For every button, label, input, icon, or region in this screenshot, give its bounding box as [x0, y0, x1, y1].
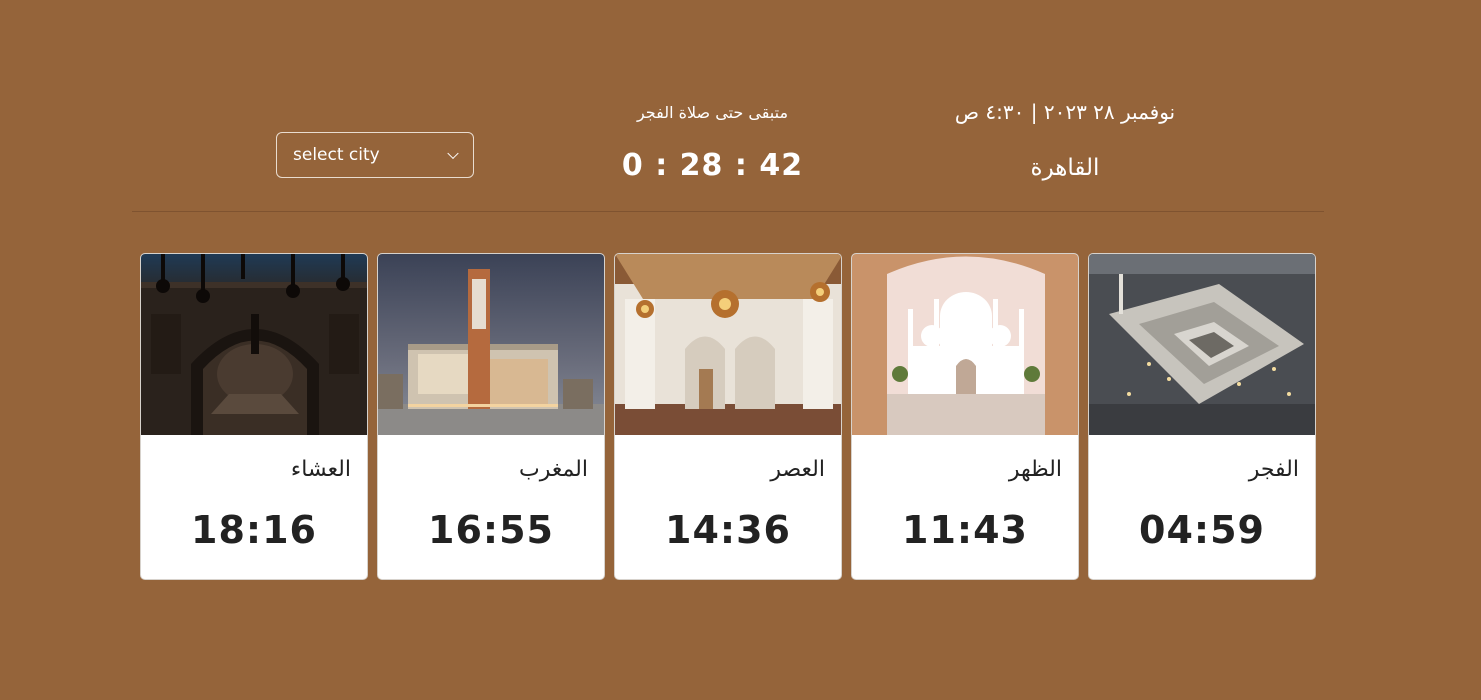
- city-select-value: select city: [293, 145, 380, 165]
- prayer-card-fajr: الفجر 04:59: [1088, 253, 1316, 580]
- city-select[interactable]: select city: [276, 132, 474, 178]
- prayer-card-asr: العصر 14:36: [614, 253, 842, 580]
- prayer-name: الظهر: [1008, 457, 1062, 482]
- prayer-time: 18:16: [191, 508, 317, 552]
- ornate-mosque-hall-image: [615, 254, 841, 435]
- prayer-name: العشاء: [290, 457, 351, 482]
- modern-mosque-minaret-image: [378, 254, 604, 435]
- prayer-name: العصر: [770, 457, 825, 482]
- remaining-label: متبقى حتى صلاة الفجر: [636, 103, 789, 122]
- prayer-card-maghrib: المغرب 16:55: [377, 253, 605, 580]
- prayer-cards: العشاء 18:16 المغرب 16:55 العصر 14:36 ال…: [140, 253, 1316, 581]
- prayer-card-dhuhr: الظهر 11:43: [851, 253, 1079, 580]
- countdown-timer: 0 : 28 : 42: [621, 148, 804, 183]
- white-domed-mosque-image: [852, 254, 1078, 435]
- prayer-time: 14:36: [665, 508, 791, 552]
- prayer-name: الفجر: [1248, 457, 1299, 482]
- current-date-time: نوفمبر ٢٨ ٢٠٢٣ | ٤:٣٠ ص: [954, 100, 1176, 124]
- prayer-card-isha: العشاء 18:16: [140, 253, 368, 580]
- prayer-time: 16:55: [428, 508, 554, 552]
- aerial-mosque-complex-image: [1089, 254, 1315, 435]
- prayer-name: المغرب: [519, 457, 588, 482]
- prayer-time: 04:59: [1139, 508, 1265, 552]
- prayer-time: 11:43: [902, 508, 1028, 552]
- header-divider: [132, 211, 1324, 212]
- night-mosque-interior-image: [141, 254, 367, 435]
- current-city: القاهرة: [1030, 155, 1100, 181]
- chevron-down-icon: [447, 147, 459, 160]
- prayer-times-page: نوفمبر ٢٨ ٢٠٢٣ | ٤:٣٠ ص القاهرة متبقى حت…: [0, 0, 1481, 700]
